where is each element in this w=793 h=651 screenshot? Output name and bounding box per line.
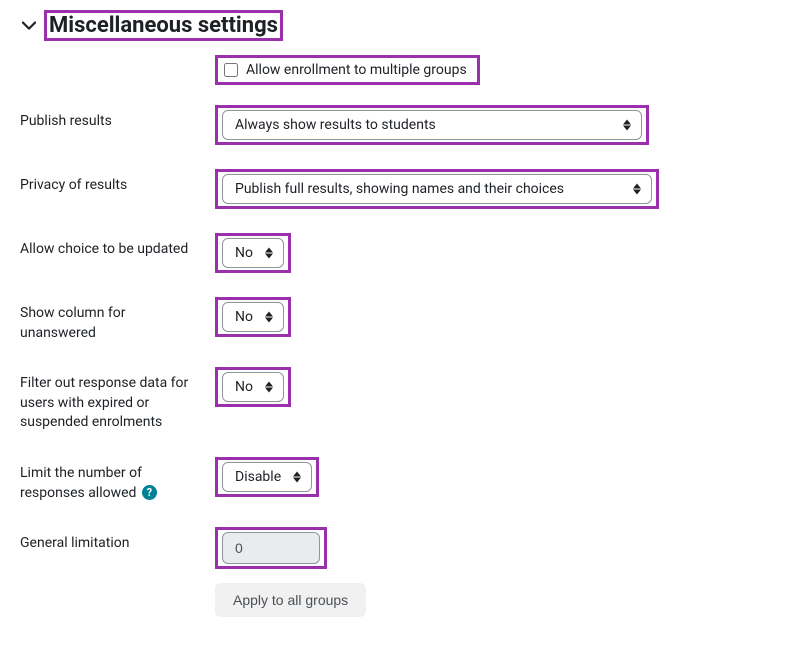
limit-responses-highlight: Disable [215,457,319,497]
allow-multi-highlight: Allow enrollment to multiple groups [215,55,480,85]
apply-row: Apply to all groups [20,583,773,617]
apply-to-all-groups-button[interactable]: Apply to all groups [215,583,366,617]
privacy-select[interactable]: Publish full results, showing names and … [222,174,652,204]
limit-responses-value: Disable [235,469,281,485]
allow-update-highlight: No [215,233,291,273]
filter-expired-select[interactable]: No [222,372,284,402]
privacy-label: Privacy of results [20,169,215,196]
filter-expired-row: Filter out response data for users with … [20,367,773,433]
select-caret-icon [265,382,273,393]
help-icon[interactable]: ? [142,485,157,500]
limit-responses-label: Limit the number of responses allowed [20,465,142,501]
allow-update-value: No [235,245,253,261]
select-caret-icon [293,471,301,482]
publish-results-row: Publish results Always show results to s… [20,105,773,145]
publish-results-label: Publish results [20,105,215,132]
show-unanswered-label: Show column for unanswered [20,297,215,343]
filter-expired-value: No [235,379,253,395]
general-limitation-input[interactable] [222,532,320,564]
general-limitation-label: General limitation [20,527,215,554]
select-caret-icon [633,184,641,195]
allow-update-select[interactable]: No [222,238,284,268]
show-unanswered-highlight: No [215,297,291,337]
filter-expired-label: Filter out response data for users with … [20,367,215,433]
select-caret-icon [623,120,631,131]
limit-responses-select[interactable]: Disable [222,462,312,492]
allow-multi-row: Allow enrollment to multiple groups [215,55,773,85]
general-limitation-highlight [215,527,327,569]
filter-expired-highlight: No [215,367,291,407]
section-header[interactable]: Miscellaneous settings [20,10,773,41]
privacy-value: Publish full results, showing names and … [235,181,564,197]
select-caret-icon [265,312,273,323]
allow-multi-checkbox[interactable] [224,63,238,77]
privacy-row: Privacy of results Publish full results,… [20,169,773,209]
select-caret-icon [265,248,273,259]
show-unanswered-row: Show column for unanswered No [20,297,773,343]
section-title: Miscellaneous settings [49,13,278,38]
allow-multi-label: Allow enrollment to multiple groups [246,62,467,78]
allow-update-row: Allow choice to be updated No [20,233,773,273]
show-unanswered-value: No [235,309,253,325]
section-title-highlight: Miscellaneous settings [44,10,283,41]
publish-results-value: Always show results to students [235,117,436,133]
chevron-down-icon [20,17,38,35]
show-unanswered-select[interactable]: No [222,302,284,332]
privacy-highlight: Publish full results, showing names and … [215,169,659,209]
limit-responses-row: Limit the number of responses allowed ? … [20,457,773,503]
allow-update-label: Allow choice to be updated [20,233,215,260]
publish-results-select[interactable]: Always show results to students [222,110,642,140]
general-limitation-row: General limitation [20,527,773,569]
publish-results-highlight: Always show results to students [215,105,649,145]
